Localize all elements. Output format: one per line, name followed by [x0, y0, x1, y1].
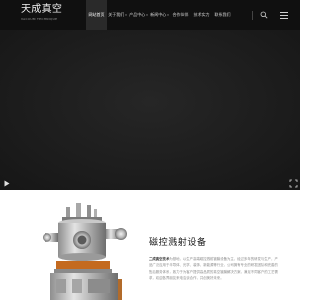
search-icon: [260, 11, 268, 19]
hamburger-menu-icon[interactable]: [279, 10, 289, 20]
nav-item-home[interactable]: 网站首页: [86, 0, 107, 30]
nav-item-about[interactable]: 关于我们 ▾: [107, 0, 128, 30]
product-description: 二成真空技术为基地，以生产高端磁控溅射镀膜设备为主，经过多年的研发与生产，产品广…: [149, 256, 281, 282]
nav-item-label: 网站首页: [88, 12, 105, 17]
nav-item-label: 新闻中心: [150, 12, 167, 17]
search-button[interactable]: [258, 9, 270, 21]
site-logo[interactable]: 天成真空 VACUUM TECHNIQUE: [21, 4, 71, 27]
nav-item-contact[interactable]: 联系我们: [212, 0, 233, 30]
video-frame: [0, 30, 300, 190]
site-header: 天成真空 VACUUM TECHNIQUE 网站首页 关于我们 ▾ 产品中心 ▾…: [0, 0, 300, 30]
product-description-text: 为基地，以生产高端磁控溅射镀膜设备为主，经过多年的研发与生产，产品广泛应用于半导…: [149, 257, 278, 281]
logo-chinese-name: 天成真空: [21, 4, 63, 15]
nav-item-news[interactable]: 新闻中心 ▾: [149, 0, 170, 30]
product-section: 磁控溅射设备 二成真空技术为基地，以生产高端磁控溅射镀膜设备为主，经过多年的研发…: [0, 190, 300, 300]
fullscreen-icon[interactable]: [289, 179, 298, 188]
nav-item-label: 合作伙伴: [172, 12, 189, 17]
logo-english-name: VACUUM TECHNIQUE: [21, 17, 58, 21]
nav-item-label: 技术实力: [193, 12, 210, 17]
chevron-down-icon: ▾: [146, 13, 148, 17]
nav-item-label: 产品中心: [129, 12, 146, 17]
nav-item-label: 关于我们: [108, 12, 125, 17]
product-title: 磁控溅射设备: [149, 238, 207, 248]
chevron-down-icon: ▾: [167, 13, 169, 17]
play-icon[interactable]: [4, 180, 10, 187]
nav-item-products[interactable]: 产品中心 ▾: [128, 0, 149, 30]
sputtering-machine-image: [43, 203, 127, 300]
hero-video[interactable]: [0, 30, 300, 190]
nav-divider: [252, 11, 253, 20]
video-controls: [0, 177, 300, 190]
main-nav: 网站首页 关于我们 ▾ 产品中心 ▾ 新闻中心 ▾ 合作伙伴 技术实力 联系我们: [86, 0, 233, 30]
product-brand: 二成真空技术: [149, 257, 170, 261]
nav-item-technology[interactable]: 技术实力: [191, 0, 212, 30]
nav-item-partners[interactable]: 合作伙伴: [170, 0, 191, 30]
nav-item-label: 联系我们: [214, 12, 231, 17]
chevron-down-icon: ▾: [125, 13, 127, 17]
